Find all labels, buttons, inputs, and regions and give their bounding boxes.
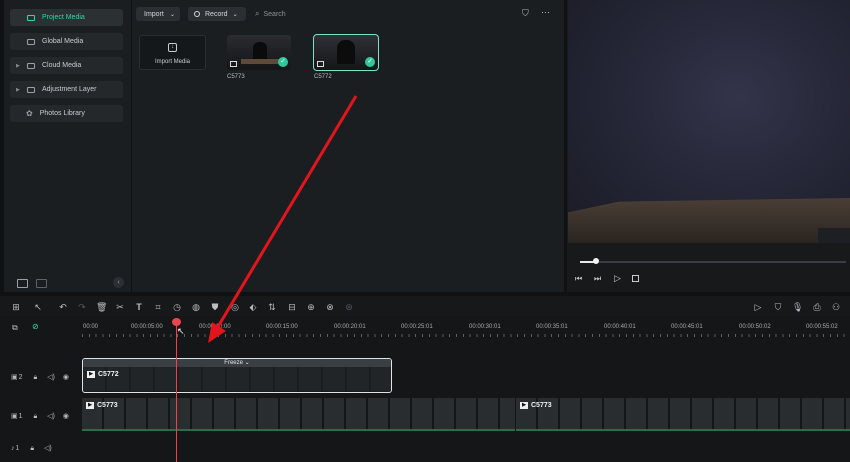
- annotation-arrow: [208, 95, 358, 343]
